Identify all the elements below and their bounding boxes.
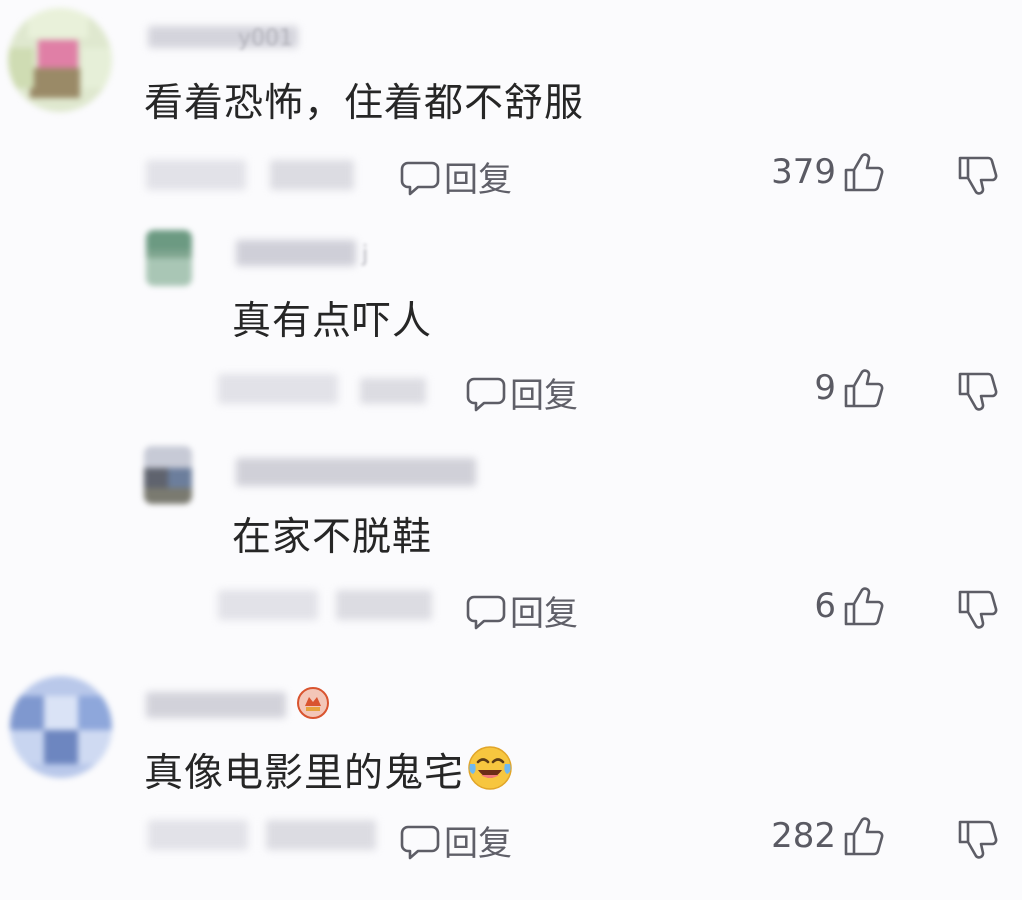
like-count: 6	[814, 586, 836, 626]
location	[360, 378, 426, 404]
timestamp	[218, 590, 318, 620]
location	[266, 820, 376, 850]
thumbs-up-icon[interactable]	[840, 584, 886, 630]
like-count: 379	[771, 152, 836, 192]
timestamp	[148, 820, 248, 850]
comment-text: 真像电影里的鬼宅	[144, 744, 514, 796]
reply-button[interactable]: 回复	[400, 816, 512, 865]
avatar[interactable]	[8, 8, 112, 112]
username-suffix: j	[362, 242, 369, 267]
avatar[interactable]	[144, 446, 192, 504]
location	[336, 590, 432, 620]
username[interactable]	[236, 458, 476, 486]
avatar[interactable]	[10, 676, 112, 778]
location	[270, 160, 354, 190]
thumbs-up-icon[interactable]	[840, 814, 886, 860]
thumbs-down-icon[interactable]	[954, 368, 1000, 414]
reply-label: 回复	[510, 376, 578, 416]
thumbs-down-icon[interactable]	[954, 152, 1000, 198]
username-suffix: y001	[238, 26, 294, 51]
reply-button[interactable]: 回复	[466, 368, 578, 417]
thumbs-down-icon[interactable]	[954, 586, 1000, 632]
speech-bubble-icon	[466, 595, 506, 629]
comment-text-content: 真像电影里的鬼宅	[144, 751, 465, 796]
username[interactable]	[236, 240, 356, 266]
comment-thread: y001 看着恐怖，住着都不舒服 回复 379 j 真有点吓人 回复 9 在家不…	[0, 0, 1022, 900]
speech-bubble-icon	[400, 825, 440, 859]
like-count: 282	[771, 816, 836, 856]
comment-text: 在家不脱鞋	[232, 515, 433, 560]
timestamp	[146, 160, 246, 190]
avatar[interactable]	[146, 230, 192, 286]
like-count: 9	[814, 368, 836, 408]
reply-button[interactable]: 回复	[400, 152, 512, 201]
comment-text: 真有点吓人	[232, 299, 433, 344]
reply-button[interactable]: 回复	[466, 586, 578, 635]
reply-label: 回复	[510, 594, 578, 634]
speech-bubble-icon	[466, 377, 506, 411]
thumbs-up-icon[interactable]	[840, 150, 886, 196]
thumbs-down-icon[interactable]	[954, 816, 1000, 862]
level-badge-icon	[297, 687, 329, 719]
thumbs-up-icon[interactable]	[840, 366, 886, 412]
username[interactable]	[146, 692, 286, 718]
reply-label: 回复	[444, 160, 512, 200]
comment-text: 看着恐怖，住着都不舒服	[144, 81, 585, 126]
laughing-crying-emoji-icon	[468, 746, 512, 790]
speech-bubble-icon	[400, 161, 440, 195]
reply-label: 回复	[444, 824, 512, 864]
timestamp	[218, 374, 338, 404]
